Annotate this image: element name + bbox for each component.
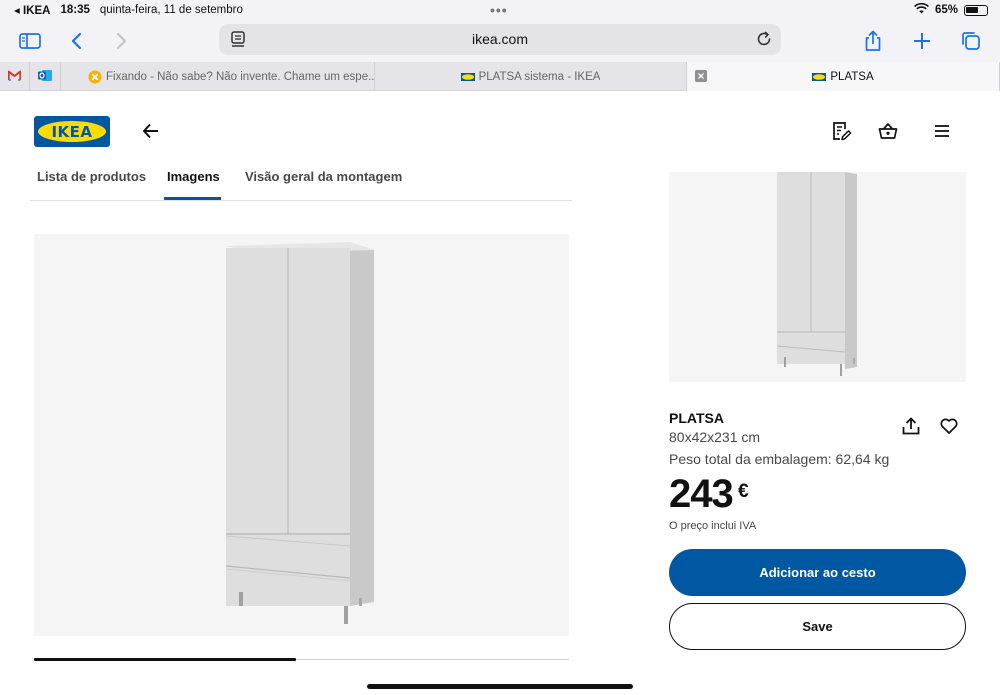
save-button[interactable]: Save [669, 603, 966, 650]
browser-tab-bar: Fixando - Não sabe? Não invente. Chame u… [0, 62, 1000, 91]
tab-overview-icon[interactable] [958, 28, 984, 54]
ikea-favicon-icon [460, 72, 475, 81]
address-bar[interactable]: ikea.com [219, 24, 781, 55]
package-weight: Peso total da embalagem: 62,64 kg [669, 451, 890, 467]
product-thumbnail-image[interactable] [669, 172, 966, 382]
product-tabs: Lista de produtos Imagens Visão geral da… [30, 160, 572, 201]
price-currency: € [738, 481, 749, 502]
close-tab-icon[interactable] [695, 70, 707, 85]
product-dimensions: 80x42x231 cm [669, 429, 761, 445]
sidebar-icon[interactable] [17, 28, 43, 54]
tab-assembly-overview[interactable]: Visão geral da montagem [245, 169, 402, 184]
browser-tab-label: PLATSA sistema - IKEA [478, 70, 601, 83]
ikea-logo[interactable]: IKEA [34, 116, 110, 147]
tab-images[interactable]: Imagens [167, 169, 220, 184]
active-tab-indicator [164, 197, 221, 200]
status-time: 18:35 [60, 4, 90, 16]
tab-product-list[interactable]: Lista de produtos [37, 169, 146, 184]
status-bar: ◂ IKEA 18:35 quinta-feira, 11 de setembr… [0, 0, 1000, 20]
forward-icon[interactable] [108, 28, 134, 54]
battery-percent: 65% [934, 4, 958, 16]
browser-tab[interactable]: PLATSA sistema - IKEA [375, 62, 687, 91]
multitasking-dots[interactable]: ••• [490, 2, 508, 18]
address-url: ikea.com [471, 31, 529, 47]
favourite-heart-icon[interactable] [938, 415, 960, 437]
product-price: 243 [669, 472, 734, 516]
browser-tab[interactable]: Fixando - Não sabe? Não invente. Chame u… [61, 62, 375, 91]
logo-text: IKEA [51, 122, 93, 141]
pinned-tab-outlook[interactable] [30, 62, 61, 91]
logo-oval: IKEA [38, 121, 106, 142]
fixando-favicon-icon [88, 70, 102, 87]
battery-fill [966, 6, 979, 13]
gallery-scroll-thumb[interactable] [34, 658, 297, 661]
share-icon[interactable] [860, 28, 886, 54]
menu-icon[interactable] [931, 120, 953, 142]
product-name: PLATSA [669, 410, 724, 426]
status-date: quinta-feira, 11 de setembro [99, 4, 243, 16]
home-indicator[interactable] [367, 684, 633, 689]
back-arrow-icon[interactable] [140, 120, 162, 142]
browser-toolbar: ikea.com [0, 20, 1000, 62]
outlook-icon [38, 69, 52, 85]
browser-tab-active[interactable]: PLATSA [687, 62, 1000, 91]
back-icon[interactable] [64, 28, 90, 54]
shopping-list-icon[interactable] [830, 120, 852, 142]
gmail-icon [7, 70, 22, 84]
vat-note: O preço inclui IVA [669, 520, 757, 532]
new-tab-icon[interactable] [909, 28, 935, 54]
browser-tab-label: Fixando - Não sabe? Não invente. Chame u… [106, 70, 374, 83]
ikea-favicon-icon [812, 72, 827, 81]
add-to-cart-button[interactable]: Adicionar ao cesto [669, 549, 966, 596]
basket-icon[interactable] [877, 120, 899, 142]
pinned-tab-gmail[interactable] [0, 62, 30, 91]
battery-icon [964, 4, 988, 16]
back-to-app-link[interactable]: ◂ IKEA [14, 3, 50, 17]
wifi-icon [914, 2, 929, 17]
reload-icon[interactable] [755, 30, 773, 53]
product-main-image[interactable] [34, 234, 569, 636]
share-product-icon[interactable] [900, 415, 922, 437]
browser-tab-label: PLATSA [830, 70, 874, 83]
